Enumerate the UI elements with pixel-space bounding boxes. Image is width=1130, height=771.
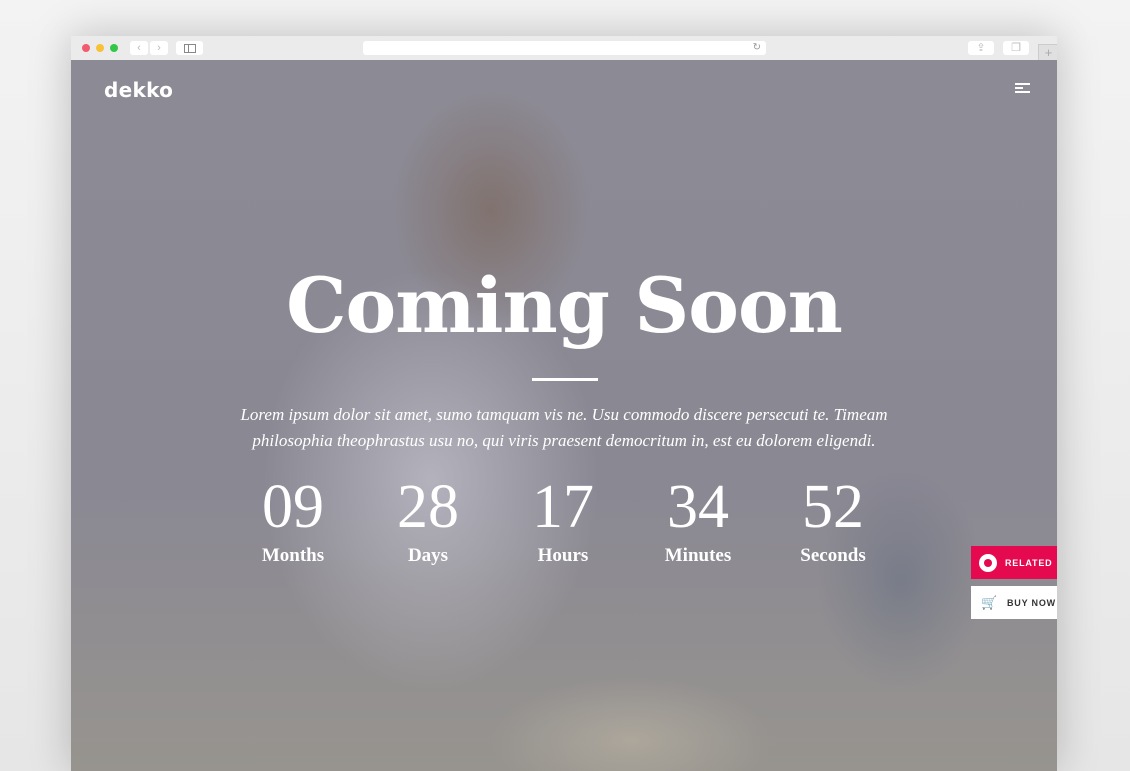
countdown-days: 28 Days [363,472,493,568]
browser-window: ‹ › ↻ ⇪ ❐ + dekko Coming Soon Lorem ipsu… [71,36,1057,771]
menu-bar [1015,83,1030,85]
countdown-value: 52 [802,473,864,541]
buy-now-button[interactable]: 🛒 BUY NOW [971,586,1057,619]
forward-button[interactable]: › [150,41,168,55]
reload-icon[interactable]: ↻ [753,41,761,55]
countdown-months: 09 Months [228,472,358,568]
countdown-label: Hours [537,545,589,566]
sidebar-icon [184,44,196,53]
buy-now-label: BUY NOW [1007,597,1056,608]
countdown-value: 09 [262,473,324,541]
title-divider [532,378,598,381]
countdown-hours: 17 Hours [498,472,628,568]
cart-icon: 🛒 [981,595,998,610]
countdown-value: 28 [397,473,459,541]
countdown-label: Seconds [800,545,866,566]
hero-section: dekko Coming Soon Lorem ipsum dolor sit … [71,60,1057,771]
countdown-label: Minutes [664,545,732,566]
page-title: Coming Soon [286,261,843,350]
share-button[interactable]: ⇪ [968,41,994,55]
related-button[interactable]: RELATED [971,546,1057,579]
chevron-left-icon: ‹ [137,42,141,54]
related-icon [979,553,997,572]
logo[interactable]: dekko [104,78,173,102]
countdown-minutes: 34 Minutes [633,472,763,568]
browser-toolbar: ‹ › ↻ ⇪ ❐ + [71,36,1057,61]
countdown-value: 34 [667,473,729,541]
hamburger-menu-icon[interactable] [1015,82,1031,96]
menu-bar [1015,87,1023,89]
new-tab-button[interactable]: + [1038,44,1057,61]
back-button[interactable]: ‹ [130,41,148,55]
countdown-label: Months [261,545,325,566]
tabs-overview-button[interactable]: ❐ [1003,41,1029,55]
menu-bar [1015,91,1030,93]
close-window-button[interactable] [82,44,90,52]
tabs-icon: ❐ [1011,42,1021,54]
countdown-seconds: 52 Seconds [768,472,898,568]
address-bar[interactable]: ↻ [363,41,766,55]
share-icon: ⇪ [976,42,986,54]
hero-description: Lorem ipsum dolor sit amet, sumo tamquam… [240,405,888,450]
sidebar-toggle-button[interactable] [176,41,203,55]
countdown-value: 17 [532,473,594,541]
countdown-label: Days [407,545,449,566]
related-label: RELATED [1005,557,1053,568]
maximize-window-button[interactable] [110,44,118,52]
countdown-timer: 09 Months 28 Days 17 Hours 34 Minutes 52… [228,472,898,572]
chevron-right-icon: › [157,42,161,54]
minimize-window-button[interactable] [96,44,104,52]
